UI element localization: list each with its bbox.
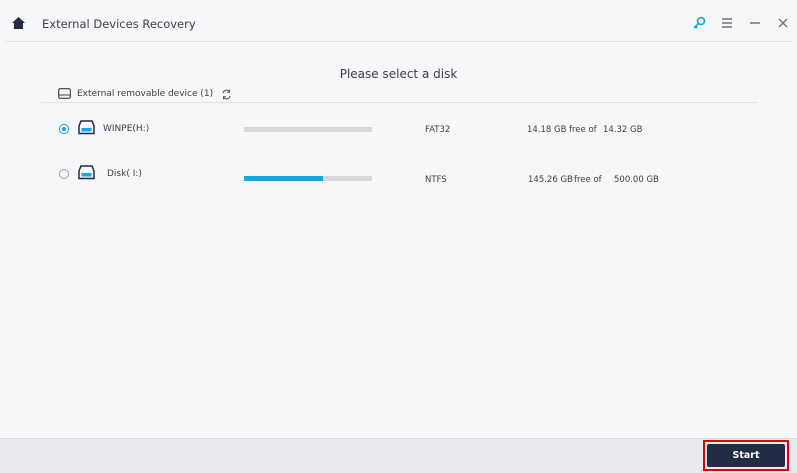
close-icon[interactable] — [776, 16, 790, 30]
footer-bar — [0, 438, 797, 473]
disk-row-disk-i[interactable]: Disk( I:) NTFS 145.26 GB free of 500.00 … — [0, 160, 797, 190]
start-button[interactable]: Start — [707, 444, 785, 467]
disk-free: 145.26 GB — [528, 175, 573, 185]
disk-name: Disk( I:) — [107, 169, 142, 179]
drive-icon — [58, 88, 71, 99]
window-title: External Devices Recovery — [42, 17, 196, 31]
disk-free: 14.18 GB — [527, 125, 567, 135]
title-divider — [5, 41, 792, 42]
disk-filesystem: NTFS — [425, 175, 447, 185]
disk-radio[interactable] — [59, 124, 69, 134]
disk-name: WINPE(H:) — [103, 124, 150, 134]
disk-total: 14.32 GB — [603, 125, 643, 135]
menu-icon[interactable] — [720, 16, 734, 30]
disk-icon — [78, 120, 95, 135]
page-heading: Please select a disk — [339, 67, 458, 81]
disk-filesystem: FAT32 — [425, 125, 451, 135]
disk-row-winpe[interactable]: WINPE(H:) FAT32 14.18 GB free of 14.32 G… — [0, 114, 797, 144]
minimize-icon[interactable] — [748, 16, 762, 30]
group-divider — [41, 102, 758, 103]
disk-radio[interactable] — [59, 169, 69, 179]
disk-icon — [78, 165, 95, 180]
title-bar: External Devices Recovery — [0, 0, 797, 41]
device-group-label: External removable device (1) — [77, 88, 214, 99]
refresh-icon[interactable] — [221, 89, 232, 100]
device-group-header: External removable device (1) — [58, 88, 213, 99]
disk-free-of: free of — [574, 175, 602, 185]
disk-free-of: free of — [569, 125, 597, 135]
disk-usage-bar — [244, 176, 372, 181]
key-icon[interactable] — [692, 16, 706, 30]
disk-usage-fill — [244, 176, 324, 181]
disk-usage-bar — [244, 127, 372, 132]
home-icon[interactable] — [12, 17, 25, 29]
disk-total: 500.00 GB — [614, 175, 659, 185]
